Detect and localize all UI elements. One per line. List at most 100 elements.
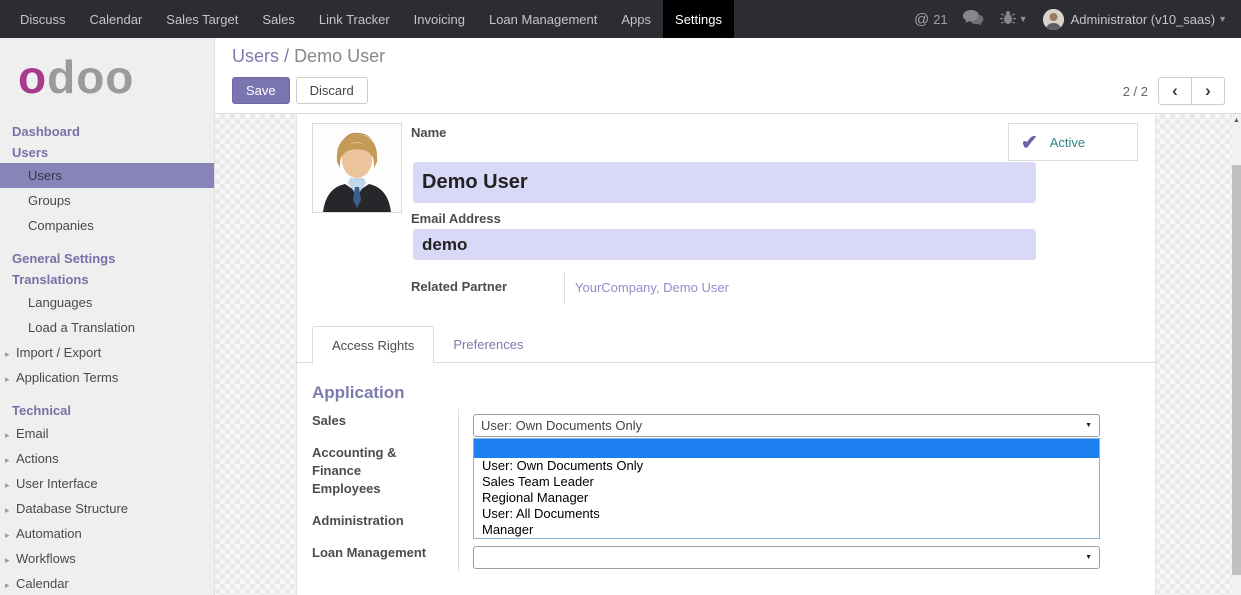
- sidebar-item-application-terms[interactable]: ▸Application Terms: [0, 365, 214, 390]
- topbar-right: @ 21 ▼ Administrator (v10_saas) ▼: [914, 0, 1241, 38]
- name-input[interactable]: Demo User: [413, 162, 1036, 203]
- menu-sales-target[interactable]: Sales Target: [154, 0, 250, 38]
- sidebar-heading-users[interactable]: Users: [0, 142, 214, 163]
- sidebar-item-languages[interactable]: Languages: [0, 290, 214, 315]
- menu-link-tracker[interactable]: Link Tracker: [307, 0, 402, 38]
- chat-icon: [963, 10, 985, 29]
- app-row-label-loan-management: Loan Management: [312, 544, 444, 562]
- sidebar-item-import-export[interactable]: ▸Import / Export: [0, 340, 214, 365]
- sidebar-item-database-structure[interactable]: ▸Database Structure: [0, 496, 214, 521]
- expand-arrow-icon: ▸: [5, 430, 15, 441]
- menu-loan-management[interactable]: Loan Management: [477, 0, 609, 38]
- sidebar-section: General SettingsTranslationsLanguagesLoa…: [0, 248, 214, 390]
- logo-letters-doo: doo: [47, 51, 134, 103]
- app-row-label-accounting-finance: Accounting & Finance: [312, 444, 444, 480]
- dropdown-option-empty[interactable]: [474, 439, 1099, 458]
- app-row-label-employees: Employees: [312, 480, 444, 498]
- discard-button[interactable]: Discard: [296, 77, 368, 104]
- expand-arrow-icon: ▸: [5, 349, 15, 360]
- name-label: Name: [411, 125, 446, 140]
- sidebar-item-email[interactable]: ▸Email: [0, 421, 214, 446]
- save-button[interactable]: Save: [232, 77, 290, 104]
- tab-access-rights[interactable]: Access Rights: [312, 326, 434, 364]
- active-toggle[interactable]: ✔ Active: [1008, 123, 1138, 161]
- sidebar-heading-translations[interactable]: Translations: [0, 269, 214, 290]
- dropdown-option-manager[interactable]: Manager: [474, 522, 1099, 538]
- expand-arrow-icon: ▸: [5, 455, 15, 466]
- sidebar-item-calendar[interactable]: ▸Calendar: [0, 571, 214, 595]
- dropdown-option-regional-manager[interactable]: Regional Manager: [474, 490, 1099, 506]
- sidebar-item-groups[interactable]: Groups: [0, 188, 214, 213]
- sidebar-item-workflows[interactable]: ▸Workflows: [0, 546, 214, 571]
- sidebar-heading-general-settings[interactable]: General Settings: [0, 248, 214, 269]
- loan-management-select[interactable]: ▼: [473, 546, 1100, 569]
- notebook-tabs: Access RightsPreferences: [297, 325, 1155, 363]
- pager: 2 / 2 ‹ ›: [1123, 77, 1225, 105]
- email-input[interactable]: demo: [413, 229, 1036, 260]
- sidebar-heading-dashboard[interactable]: Dashboard: [0, 121, 214, 142]
- chevron-down-icon: ▼: [1218, 14, 1227, 24]
- sidebar-item-actions[interactable]: ▸Actions: [0, 446, 214, 471]
- tab-preferences[interactable]: Preferences: [434, 326, 542, 362]
- vertical-scrollbar[interactable]: ▲: [1232, 114, 1241, 595]
- application-section-title: Application: [312, 383, 405, 403]
- sales-access-dropdown: User: Own Documents OnlySales Team Leade…: [473, 438, 1100, 539]
- messages-button[interactable]: [963, 10, 985, 29]
- mention-count: 21: [933, 12, 947, 27]
- user-photo[interactable]: [312, 123, 402, 213]
- sidebar-item-user-interface[interactable]: ▸User Interface: [0, 471, 214, 496]
- expand-arrow-icon: ▸: [5, 505, 15, 516]
- expand-arrow-icon: ▸: [5, 480, 15, 491]
- mention-icon: @: [914, 11, 929, 28]
- field-separator: [564, 272, 565, 304]
- menu-sales[interactable]: Sales: [250, 0, 307, 38]
- app-row-label-sales: Sales: [312, 412, 444, 430]
- application-group: SalesAccounting & FinanceEmployeesAdmini…: [312, 409, 1140, 595]
- user-menu[interactable]: Administrator (v10_saas) ▼: [1043, 9, 1227, 30]
- logo-letter-o: o: [18, 51, 47, 103]
- expand-arrow-icon: ▸: [5, 530, 15, 541]
- user-avatar: [1043, 9, 1064, 30]
- menu-discuss[interactable]: Discuss: [8, 0, 78, 38]
- active-label: Active: [1050, 135, 1085, 150]
- sidebar-section: DashboardUsersUsersGroupsCompanies: [0, 121, 214, 238]
- sidebar-section: Technical▸Email▸Actions▸User Interface▸D…: [0, 400, 214, 595]
- sidebar-item-companies[interactable]: Companies: [0, 213, 214, 238]
- menu-settings[interactable]: Settings: [663, 0, 734, 38]
- sidebar-heading-technical[interactable]: Technical: [0, 400, 214, 421]
- pager-next-button[interactable]: ›: [1191, 77, 1225, 105]
- topbar-menus: DiscussCalendarSales TargetSalesLink Tra…: [0, 0, 914, 38]
- control-panel: Users / Demo User Save Discard 2 / 2 ‹ ›: [215, 38, 1241, 114]
- dropdown-option-sales-team-leader[interactable]: Sales Team Leader: [474, 474, 1099, 490]
- dropdown-option-user-own-documents-only[interactable]: User: Own Documents Only: [474, 458, 1099, 474]
- scrollbar-thumb[interactable]: [1232, 165, 1241, 575]
- sidebar: odoo DashboardUsersUsersGroupsCompaniesG…: [0, 38, 215, 595]
- debug-menu-button[interactable]: ▼: [1000, 10, 1028, 28]
- menu-invoicing[interactable]: Invoicing: [402, 0, 477, 38]
- sales-access-value: User: Own Documents Only: [481, 418, 642, 433]
- mentions-counter[interactable]: @ 21: [914, 11, 948, 28]
- pager-count: 2 / 2: [1123, 84, 1148, 99]
- select-arrow-icon: ▼: [1085, 422, 1092, 429]
- related-partner-link[interactable]: YourCompany, Demo User: [575, 280, 729, 295]
- sidebar-item-automation[interactable]: ▸Automation: [0, 521, 214, 546]
- expand-arrow-icon: ▸: [5, 580, 15, 591]
- expand-arrow-icon: ▸: [5, 555, 15, 566]
- sidebar-item-users[interactable]: Users: [0, 163, 214, 188]
- menu-calendar[interactable]: Calendar: [78, 0, 155, 38]
- scroll-up-arrow-icon[interactable]: ▲: [1232, 117, 1241, 124]
- sales-access-select[interactable]: User: Own Documents Only ▼: [473, 414, 1100, 437]
- breadcrumb-users-link[interactable]: Users: [232, 46, 279, 66]
- dropdown-option-user-all-documents[interactable]: User: All Documents: [474, 506, 1099, 522]
- breadcrumb-current: Demo User: [294, 46, 385, 66]
- logo-block: odoo: [0, 38, 214, 115]
- related-partner-label: Related Partner: [411, 279, 507, 294]
- menu-apps[interactable]: Apps: [609, 0, 663, 38]
- sidebar-item-load-a-translation[interactable]: Load a Translation: [0, 315, 214, 340]
- odoo-logo: odoo: [18, 54, 134, 100]
- pager-previous-button[interactable]: ‹: [1158, 77, 1192, 105]
- user-name: Administrator (v10_saas): [1071, 12, 1216, 27]
- label-column-separator: [458, 409, 459, 571]
- select-arrow-icon: ▼: [1085, 554, 1092, 561]
- breadcrumb-separator: /: [284, 46, 289, 66]
